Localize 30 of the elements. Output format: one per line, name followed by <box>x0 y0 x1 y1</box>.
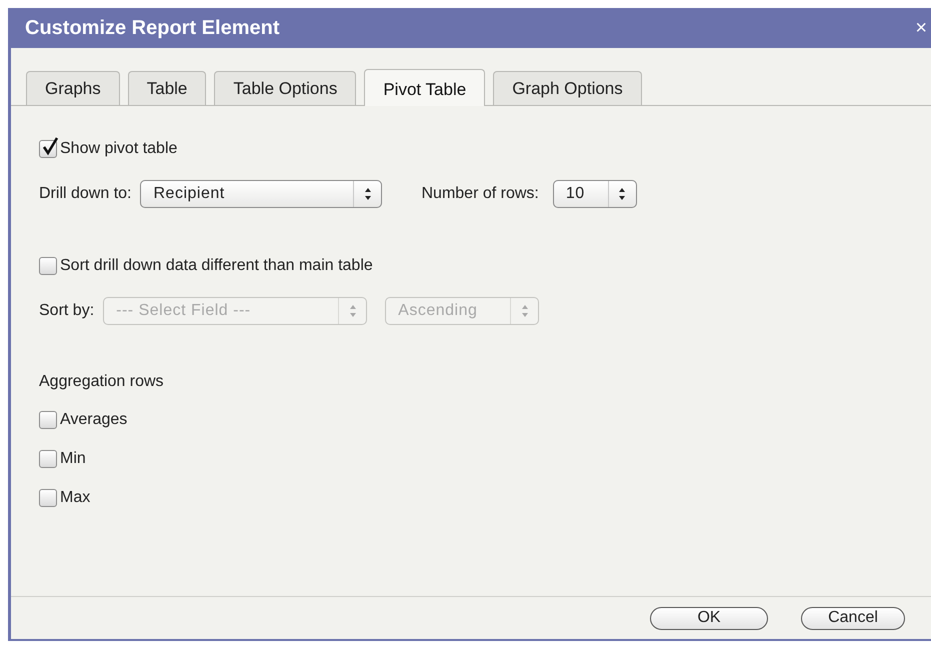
stepper-arrows-icon <box>364 187 372 201</box>
checkbox[interactable] <box>39 257 57 275</box>
tab[interactable]: Graphs <box>26 71 120 105</box>
field-label: Number of rows: <box>421 184 539 204</box>
stepper-arrows-icon <box>618 187 626 201</box>
dropdown[interactable]: 10 <box>552 180 637 208</box>
checkbox-label: Averages <box>60 410 128 430</box>
field-label: Sort by: <box>39 301 94 321</box>
tab[interactable]: Table Options <box>214 71 356 105</box>
cancel-button[interactable]: Cancel <box>801 606 905 630</box>
checkbox-label: Sort drill down data different than main table <box>60 256 373 276</box>
stepper-arrows-icon <box>348 304 357 318</box>
checkbox[interactable] <box>39 140 57 158</box>
checkbox-label: Max <box>60 488 90 508</box>
section-heading: Aggregation rows <box>39 372 165 392</box>
checkbox[interactable] <box>39 489 57 507</box>
close-button[interactable]: × <box>913 18 929 38</box>
tab[interactable]: Graph Options <box>493 71 642 105</box>
checkbox-label: Min <box>60 449 86 469</box>
field-label: Drill down to: <box>39 184 132 204</box>
checkbox-label: Show pivot table <box>60 139 178 159</box>
window-title: Customize Report Element <box>25 16 280 41</box>
dropdown[interactable]: Recipient <box>140 180 382 208</box>
checkmark-icon <box>41 136 59 156</box>
tab[interactable]: Table <box>128 71 206 105</box>
tab[interactable]: Pivot Table <box>364 69 486 106</box>
ok-button[interactable]: OK <box>650 606 768 630</box>
stepper-arrows-icon <box>520 304 529 318</box>
checkbox[interactable] <box>39 450 57 468</box>
checkbox[interactable] <box>39 411 57 429</box>
